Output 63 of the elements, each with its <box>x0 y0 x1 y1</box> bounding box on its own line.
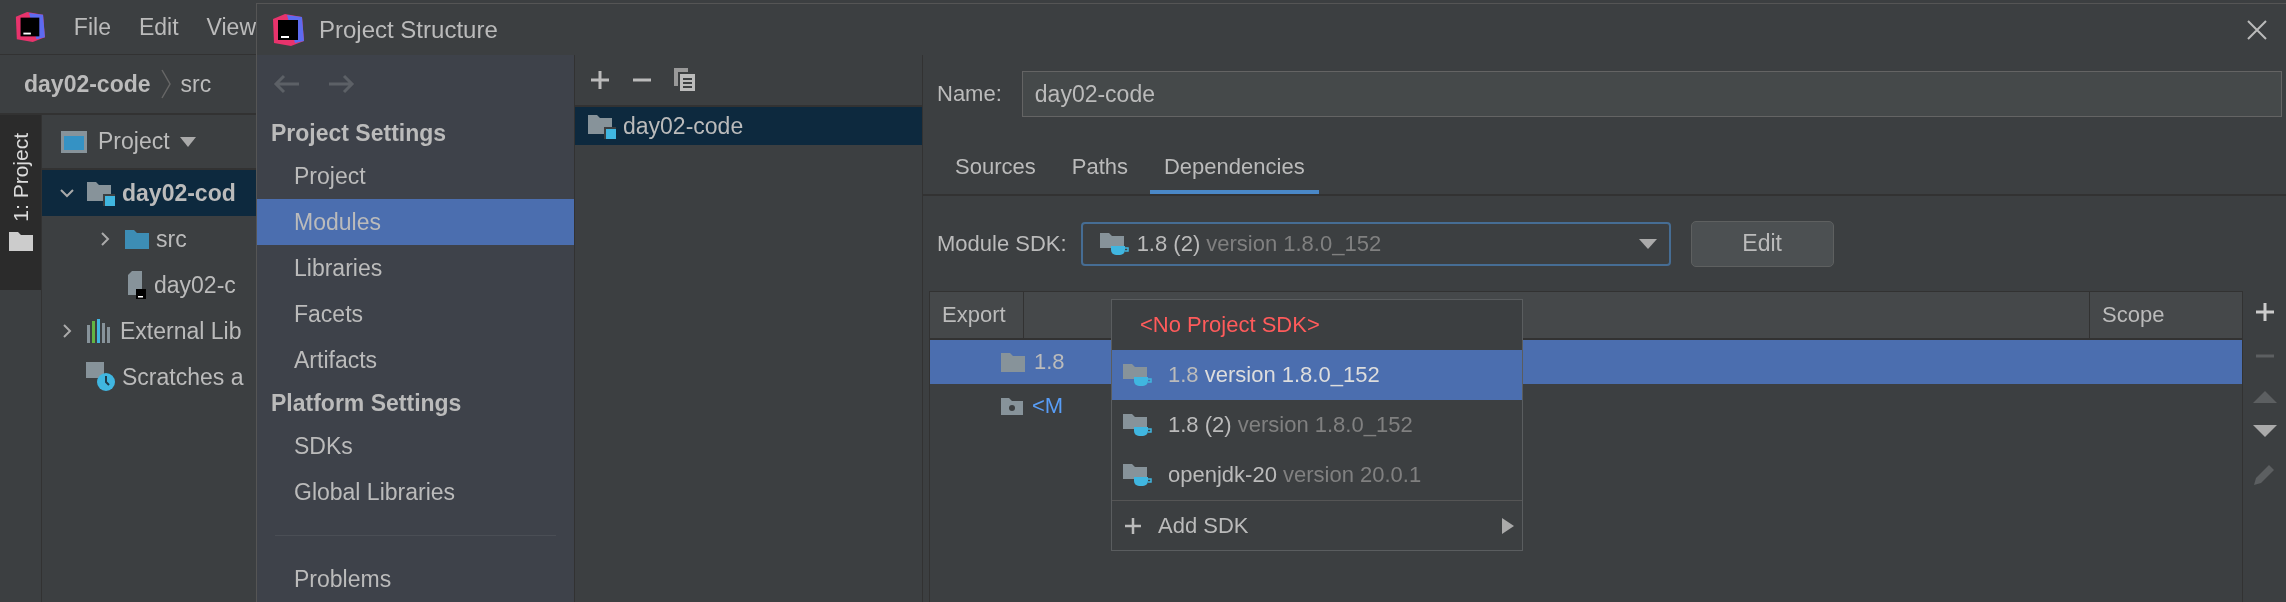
popup-item[interactable]: 1.8 version 1.8.0_152 <box>1112 350 1522 400</box>
tree-item[interactable]: day02-c <box>42 262 256 308</box>
tab[interactable]: Paths <box>1057 154 1142 194</box>
app-logo-icon <box>271 12 305 47</box>
move-down-icon[interactable] <box>2252 425 2277 439</box>
popup-item[interactable]: Add SDK <box>1112 500 1522 550</box>
breadcrumb-item[interactable]: src <box>180 70 212 98</box>
popup-item[interactable]: 1.8 (2) version 1.8.0_152 <box>1112 400 1522 450</box>
submenu-arrow-icon <box>1502 517 1514 534</box>
dependency-name[interactable]: <M <box>1032 393 1064 419</box>
jdk-folder-icon <box>1098 230 1131 257</box>
section-title: Project Settings <box>270 118 448 148</box>
field-label: Name: <box>937 81 1002 107</box>
add-icon[interactable] <box>2253 301 2276 323</box>
scratches-clock-icon <box>86 362 116 392</box>
jdk-folder-icon <box>1122 412 1154 438</box>
source-folder-icon <box>1000 396 1024 416</box>
field-label: Module SDK: <box>937 230 1067 257</box>
sidebar-item[interactable]: Artifacts <box>257 337 574 383</box>
jdk-folder-icon <box>1122 462 1154 488</box>
module-item[interactable]: day02-code <box>575 107 922 145</box>
popup-item[interactable]: openjdk-20 version 20.0.1 <box>1112 450 1522 500</box>
project-window-icon <box>60 129 88 154</box>
jdk-folder-icon <box>1122 362 1154 388</box>
tree-item[interactable]: External Lib <box>42 308 256 354</box>
copy-icon[interactable] <box>673 67 697 93</box>
close-icon[interactable] <box>2246 18 2268 41</box>
dropdown-caret-icon[interactable] <box>179 136 196 147</box>
sidebar-item[interactable]: Facets <box>257 291 574 337</box>
module-folder-icon <box>587 113 617 139</box>
sidebar-item[interactable]: Global Libraries <box>257 469 574 515</box>
menu-item[interactable]: Edit <box>138 13 179 41</box>
tree-item[interactable]: Scratches a <box>42 354 256 400</box>
tool-window-tab[interactable]: 1: Project <box>0 115 41 290</box>
tab[interactable]: Sources <box>941 154 1050 194</box>
module-folder-icon <box>86 180 116 206</box>
dialog-title: Project Structure <box>319 15 499 44</box>
breadcrumb-separator-icon <box>160 69 171 99</box>
panel-title[interactable]: Project <box>98 128 170 155</box>
module-name: day02-code <box>623 112 744 140</box>
sidebar-item[interactable]: Problems <box>257 556 574 602</box>
sidebar-item[interactable]: SDKs <box>257 423 574 469</box>
column-header[interactable]: Scope <box>2090 292 2242 338</box>
menu-item[interactable]: View <box>206 13 256 41</box>
menu-item[interactable]: File <box>73 13 111 41</box>
folder-icon <box>7 229 34 252</box>
tree-item[interactable]: src <box>42 216 256 262</box>
sdk-dropdown[interactable]: 1.8 (2) version 1.8.0_152 <box>1080 221 1671 266</box>
popup-item[interactable]: <No Project SDK> <box>1112 300 1522 350</box>
app-logo-icon <box>14 10 46 44</box>
add-icon[interactable] <box>589 69 611 91</box>
folder-icon <box>1000 351 1026 373</box>
name-field[interactable]: day02-code <box>1021 71 2282 117</box>
section-title: Platform Settings <box>270 388 463 418</box>
folder-icon <box>124 228 150 250</box>
tree-item[interactable]: day02-cod <box>42 170 256 216</box>
tab[interactable]: Dependencies <box>1150 154 1319 194</box>
edit-button[interactable]: Edit <box>1690 220 1834 267</box>
breadcrumb-item[interactable]: day02-code <box>24 70 151 98</box>
dropdown-caret-icon <box>1638 238 1657 249</box>
sidebar-item[interactable]: Project <box>257 153 574 199</box>
sidebar-item[interactable]: Libraries <box>257 245 574 291</box>
column-header[interactable]: Export <box>930 292 1024 338</box>
